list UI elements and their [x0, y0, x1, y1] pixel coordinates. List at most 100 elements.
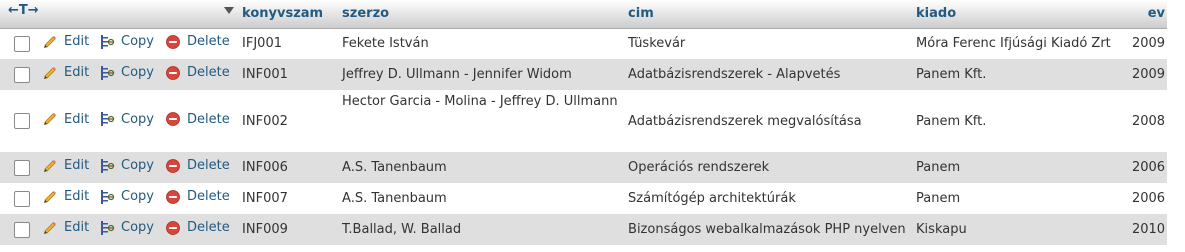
delete-label[interactable]: Delete — [187, 65, 230, 80]
edit-cell: Edit — [42, 90, 99, 152]
edit-button[interactable]: Edit — [42, 158, 89, 174]
delete-button[interactable]: Delete — [165, 220, 230, 236]
copy-button[interactable]: Copy — [99, 189, 154, 205]
edit-cell: Edit — [42, 28, 99, 59]
edit-button[interactable]: Edit — [42, 65, 89, 81]
copy-cell: Copy — [99, 59, 165, 90]
edit-label[interactable]: Edit — [64, 34, 89, 49]
cell-kiado: Panem — [916, 160, 961, 175]
delete-cell: Delete — [165, 214, 239, 245]
copy-button[interactable]: Copy — [99, 220, 154, 236]
cell-cim: Adatbázisrendszerek - Alapvetés — [628, 67, 841, 82]
cell-kiado: Móra Ferenc Ifjúsági Kiadó Zrt — [916, 36, 1111, 52]
edit-button[interactable]: Edit — [42, 111, 89, 127]
row-checkbox[interactable] — [14, 221, 30, 238]
copy-label[interactable]: Copy — [121, 220, 154, 235]
header-ev[interactable]: ev — [1114, 0, 1168, 29]
cell-szerzo: T.Ballad, W. Ballad — [342, 222, 462, 237]
edit-button[interactable]: Edit — [42, 34, 89, 50]
edit-label[interactable]: Edit — [64, 220, 89, 235]
header-kiado-label[interactable]: kiado — [913, 6, 956, 21]
header-szerzo[interactable]: szerzo — [339, 0, 626, 29]
edit-button[interactable]: Edit — [42, 220, 89, 236]
copy-label[interactable]: Copy — [121, 65, 154, 80]
cell-cim: Számítógép architektúrák — [628, 191, 796, 206]
delete-icon — [166, 112, 180, 126]
copy-label[interactable]: Copy — [121, 189, 154, 204]
cell-ev: 2009 — [1131, 67, 1166, 82]
delete-button[interactable]: Delete — [165, 111, 230, 127]
copy-label[interactable]: Copy — [121, 158, 154, 173]
edit-label[interactable]: Edit — [64, 65, 89, 80]
edit-label[interactable]: Edit — [64, 158, 89, 173]
delete-button[interactable]: Delete — [165, 158, 230, 174]
row-checkbox[interactable] — [14, 159, 30, 176]
row-checkbox-cell — [0, 183, 42, 214]
delete-button[interactable]: Delete — [165, 34, 230, 50]
cell-kiado: Kiskapu — [916, 222, 967, 237]
copy-icon — [101, 158, 115, 173]
delete-cell: Delete — [165, 183, 239, 214]
row-checkbox[interactable] — [14, 190, 30, 207]
pencil-icon — [44, 221, 56, 234]
cell-ev: 2006 — [1131, 191, 1166, 206]
cell-kiado: Panem Kft. — [916, 113, 987, 129]
table-row: Edit Copy De — [0, 183, 1168, 214]
row-checkbox-cell — [0, 214, 42, 245]
cell-ev: 2009 — [1131, 36, 1166, 52]
copy-button[interactable]: Copy — [99, 111, 154, 127]
copy-cell: Copy — [99, 152, 165, 183]
edit-button[interactable]: Edit — [42, 189, 89, 205]
table-row: Edit Copy De — [0, 152, 1168, 183]
copy-cell: Copy — [99, 183, 165, 214]
copy-cell: Copy — [99, 214, 165, 245]
cell-cim: Tüskevár — [628, 36, 686, 52]
header-ev-label[interactable]: ev — [1148, 6, 1165, 21]
cell-konyvszam: INF006 — [242, 160, 288, 175]
row-checkbox[interactable] — [14, 66, 30, 83]
delete-button[interactable]: Delete — [165, 189, 230, 205]
copy-label[interactable]: Copy — [121, 34, 154, 49]
sort-dropdown-icon[interactable] — [223, 7, 234, 15]
row-checkbox[interactable] — [14, 113, 30, 129]
cell-konyvszam: IFJ001 — [242, 36, 282, 52]
edit-label[interactable]: Edit — [64, 189, 89, 204]
delete-label[interactable]: Delete — [187, 220, 230, 235]
pencil-icon — [44, 159, 56, 172]
header-szerzo-label[interactable]: szerzo — [339, 6, 389, 21]
header-cim[interactable]: cim — [625, 0, 914, 29]
copy-button[interactable]: Copy — [99, 158, 154, 174]
delete-button[interactable]: Delete — [165, 65, 230, 81]
header-konyvszam[interactable]: konyvszam — [239, 0, 340, 29]
delete-label[interactable]: Delete — [187, 158, 230, 173]
delete-label[interactable]: Delete — [187, 112, 230, 127]
delete-cell: Delete — [165, 152, 239, 183]
row-checkbox[interactable] — [14, 35, 30, 52]
copy-cell: Copy — [99, 28, 165, 59]
header-kiado[interactable]: kiado — [913, 0, 1115, 29]
copy-label[interactable]: Copy — [121, 112, 154, 127]
copy-button[interactable]: Copy — [99, 34, 154, 50]
delete-icon — [166, 220, 180, 235]
header-konyvszam-label[interactable]: konyvszam — [239, 6, 323, 21]
column-arrows-icon[interactable]: ←T→ — [0, 3, 39, 18]
row-checkbox-cell — [0, 28, 42, 59]
pencil-icon — [44, 113, 56, 125]
delete-icon — [166, 189, 180, 204]
copy-icon — [101, 220, 115, 235]
edit-label[interactable]: Edit — [64, 112, 89, 127]
delete-icon — [166, 34, 180, 49]
cell-konyvszam: INF002 — [242, 113, 288, 129]
copy-icon — [101, 34, 115, 49]
header-cim-label[interactable]: cim — [625, 6, 654, 21]
pencil-icon — [44, 35, 56, 48]
copy-button[interactable]: Copy — [99, 65, 154, 81]
delete-label[interactable]: Delete — [187, 189, 230, 204]
pencil-icon — [44, 190, 56, 203]
table-row: Edit Copy De — [0, 214, 1168, 245]
delete-label[interactable]: Delete — [187, 34, 230, 49]
copy-cell: Copy — [99, 90, 165, 152]
cell-konyvszam: INF007 — [242, 191, 288, 206]
table-header-row: ←T→ konyvszam szerzo cim kiado ev — [0, 0, 1168, 29]
table-row: Edit Copy De — [0, 28, 1168, 59]
